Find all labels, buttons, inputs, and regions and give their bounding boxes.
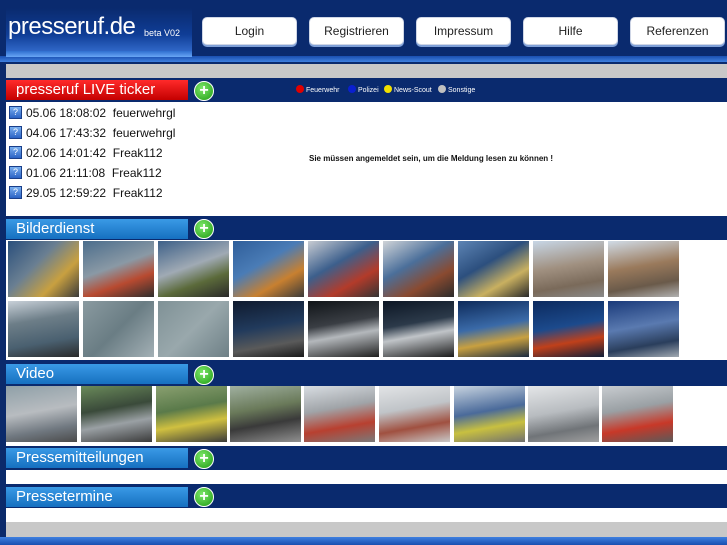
pressetermine-header: Pressetermine [6,484,727,508]
help-button[interactable]: Hilfe [523,17,618,45]
photo-thumbnail[interactable] [383,241,454,297]
bilderdienst-title: Bilderdienst [6,219,188,239]
version-label: beta V02 [144,28,181,38]
video-title: Video [6,364,188,384]
pressetermine-content [6,508,727,522]
plus-icon[interactable]: + [194,487,214,507]
photo-thumbnail[interactable] [8,301,79,357]
photo-thumbnail[interactable] [533,301,604,357]
plus-icon[interactable]: + [194,219,214,239]
video-thumbnail[interactable] [304,386,375,442]
ticker-item[interactable]: ? 29.05 12:59:22 Freak112 [9,186,163,206]
video-thumbnail[interactable] [602,386,673,442]
photo-thumbnail[interactable] [308,301,379,357]
video-thumbnail[interactable] [379,386,450,442]
ticker-message: Sie müssen angemeldet sein, um die Meldu… [309,154,554,163]
photo-thumbnail[interactable] [608,301,679,357]
ticker-item[interactable]: ? 05.06 18:08:02 feuerwehrgl [9,106,175,126]
legend-newsscout: News-Scout [384,85,432,94]
plus-icon[interactable]: + [194,365,214,385]
video-header: Video [6,360,727,386]
question-icon: ? [9,146,22,159]
question-icon: ? [9,166,22,179]
impressum-button[interactable]: Impressum [416,17,511,45]
photo-thumbnail[interactable] [83,301,154,357]
photo-grid [6,240,727,360]
video-thumbnail[interactable] [6,386,77,442]
question-icon: ? [9,126,22,139]
video-thumbnail[interactable] [81,386,152,442]
plus-icon[interactable]: + [194,81,214,101]
red-dot-icon [296,85,304,93]
bilderdienst-header: Bilderdienst [6,216,727,240]
photo-thumbnail[interactable] [533,241,604,297]
video-grid [6,386,727,446]
gray-dot-icon [438,85,446,93]
plus-icon[interactable]: + [194,449,214,469]
photo-thumbnail[interactable] [233,241,304,297]
ticker-item[interactable]: ? 02.06 14:01:42 Freak112 [9,146,163,166]
register-button[interactable]: Registrieren [309,17,404,45]
references-button[interactable]: Referenzen [630,17,725,45]
ticker-item[interactable]: ? 04.06 17:43:32 feuerwehrgl [9,126,175,146]
legend-polizei: Polizei [348,85,379,94]
photo-thumbnail[interactable] [8,241,79,297]
pressemitteilungen-title: Pressemitteilungen [6,448,188,468]
yellow-dot-icon [384,85,392,93]
photo-thumbnail[interactable] [158,241,229,297]
footer-bar [6,522,727,537]
photo-thumbnail[interactable] [458,301,529,357]
ticker-title: presseruf LIVE ticker [6,80,188,100]
logo-stripe [6,51,192,57]
pressetermine-title: Pressetermine [6,487,188,507]
pressemitteilungen-content [6,470,727,484]
video-thumbnail[interactable] [528,386,599,442]
photo-thumbnail[interactable] [608,241,679,297]
footer-stripe [0,537,727,545]
video-thumbnail[interactable] [156,386,227,442]
ticker-item[interactable]: ? 01.06 21:11:08 Freak112 [9,166,162,186]
video-thumbnail[interactable] [230,386,301,442]
video-thumbnail[interactable] [454,386,525,442]
logo-text: presseruf.de [8,13,136,40]
photo-thumbnail[interactable] [233,301,304,357]
photo-thumbnail[interactable] [158,301,229,357]
question-icon: ? [9,186,22,199]
photo-thumbnail[interactable] [383,301,454,357]
photo-thumbnail[interactable] [83,241,154,297]
photo-thumbnail[interactable] [308,241,379,297]
question-icon: ? [9,106,22,119]
legend-sonstige: Sonstige [438,85,475,94]
photo-thumbnail[interactable] [458,241,529,297]
separator-bar [6,64,727,78]
blue-dot-icon [348,85,356,93]
pressemitteilungen-header: Pressemitteilungen [6,446,727,470]
legend-feuerwehr: Feuerwehr [296,85,339,94]
login-button[interactable]: Login [202,17,297,45]
